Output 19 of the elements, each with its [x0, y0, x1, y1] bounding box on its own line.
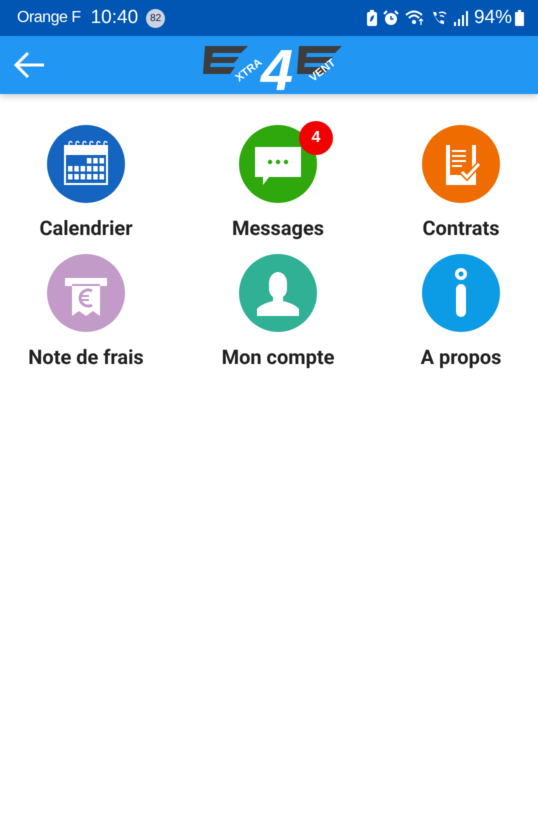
menu-item[interactable]: Contrats — [400, 121, 522, 240]
signal-icon — [452, 10, 469, 26]
wifi-icon — [404, 10, 425, 26]
back-arrow-icon — [13, 50, 45, 80]
clock-time: 10:40 — [90, 7, 138, 29]
menu-item[interactable]: Mon compte — [200, 250, 356, 369]
menu-item[interactable]: A propos — [398, 250, 524, 369]
carrier-name: Orange F — [17, 9, 81, 27]
notification-count: 82 — [146, 8, 166, 28]
count-badge: 4 — [299, 121, 333, 155]
menu-item[interactable]: Messages 4 — [210, 121, 346, 240]
logo-text: 4 — [260, 38, 294, 92]
wifi-calling-icon — [430, 10, 447, 26]
battery-icon — [515, 10, 524, 26]
alarm-icon — [382, 10, 399, 26]
menu-item[interactable]: Calendrier — [17, 121, 155, 240]
menu-item[interactable]: Note de frais — [6, 250, 166, 369]
battery-saver-icon — [366, 10, 377, 26]
battery-percent: 94% — [474, 7, 512, 29]
